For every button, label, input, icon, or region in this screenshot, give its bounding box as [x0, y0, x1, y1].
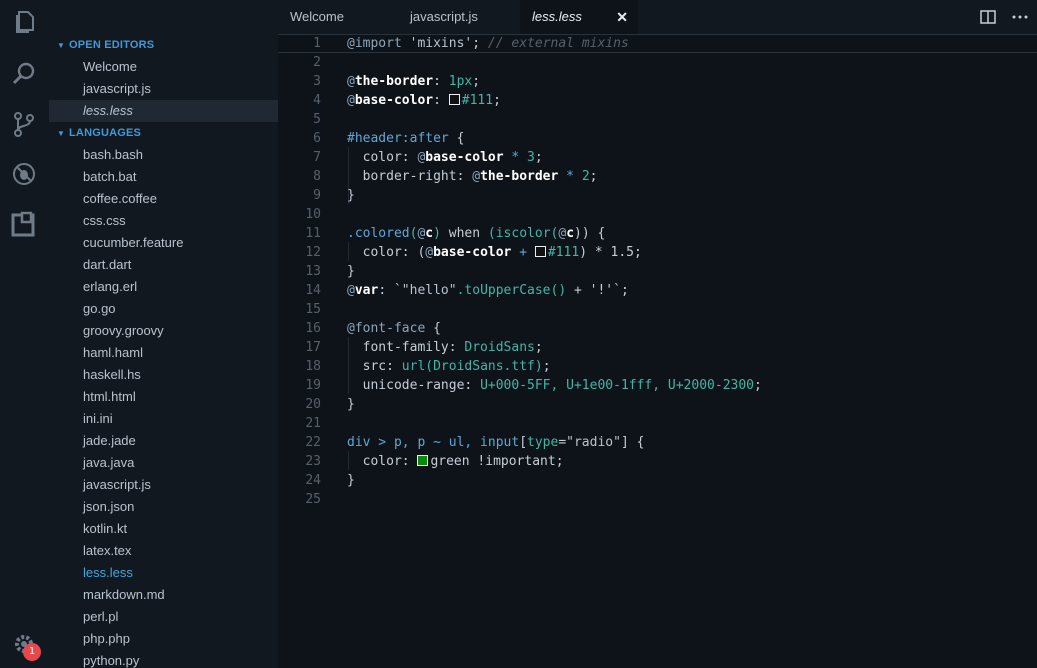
file-item[interactable]: perl.pl	[49, 606, 278, 628]
file-item[interactable]: groovy.groovy	[49, 320, 278, 342]
file-item[interactable]: less.less	[49, 562, 278, 584]
open-editors-header[interactable]: ▼ OPEN EDITORS	[49, 34, 278, 56]
file-item[interactable]: markdown.md	[49, 584, 278, 606]
code-line: @font-face {	[347, 321, 441, 336]
code-line: @import 'mixins'; // external mixins	[278, 34, 1037, 53]
search-icon[interactable]	[10, 60, 38, 88]
line-number: 15	[278, 300, 328, 319]
extensions-icon[interactable]	[10, 210, 38, 238]
file-item[interactable]: json.json	[49, 496, 278, 518]
notification-badge: 1	[23, 643, 41, 661]
file-item[interactable]: erlang.erl	[49, 276, 278, 298]
file-list: bash.bash batch.bat coffee.coffee css.css cu…	[49, 144, 278, 668]
file-item[interactable]: latex.tex	[49, 540, 278, 562]
file-item[interactable]: haskell.hs	[49, 364, 278, 386]
color-swatch[interactable]	[448, 94, 460, 105]
code-line: div > p, p ~ ul, input[type="radio"] {	[347, 435, 645, 450]
split-editor-icon[interactable]	[979, 8, 997, 26]
explorer-sidebar: ▼ OPEN EDITORS Welcome javascript.js less…	[49, 0, 278, 668]
line-number-label: 25	[305, 492, 321, 507]
tab-javascript[interactable]: javascript.js	[398, 0, 518, 34]
tab-welcome[interactable]: Welcome	[278, 0, 388, 34]
line-number-label: 21	[305, 416, 321, 431]
code-line: .colored(@c) when (iscolor(@c)) {	[347, 226, 606, 241]
code-line: unicode-range: U+000-5FF, U+1e00-1fff, U…	[362, 378, 762, 393]
file-item[interactable]: php.php	[49, 628, 278, 650]
file-item[interactable]: dart.dart	[49, 254, 278, 276]
code-line: }	[347, 264, 355, 279]
line-number: 25	[278, 490, 328, 509]
line-number: 21	[278, 414, 328, 433]
tab-less[interactable]: less.less ✕	[520, 0, 638, 34]
editor-tabs: Welcome javascript.js less.less ✕	[278, 0, 1037, 34]
code-line: }	[347, 188, 355, 203]
code-editor[interactable]: 1 2 3 4 5 6 7 8 9 10 11 12 13 14 15 16 17 18 19 20 21 22 23 24 2…	[278, 34, 1037, 668]
file-item[interactable]: bash.bash	[49, 144, 278, 166]
file-item[interactable]: coffee.coffee	[49, 188, 278, 210]
file-item[interactable]: kotlin.kt	[49, 518, 278, 540]
line-number-label: 15	[305, 302, 321, 317]
code-line: @the-border: 1px;	[347, 74, 481, 89]
source-control-icon[interactable]	[10, 110, 38, 138]
file-item[interactable]: ini.ini	[49, 408, 278, 430]
file-item[interactable]: javascript.js	[49, 474, 278, 496]
file-item[interactable]: java.java	[49, 452, 278, 474]
code-line: @base-color: #111;	[347, 93, 501, 108]
line-number: 2	[278, 53, 328, 72]
file-item[interactable]: cucumber.feature	[49, 232, 278, 254]
code-line: color: green !important;	[362, 454, 564, 469]
file-item[interactable]: python.py	[49, 650, 278, 668]
code-line: src: url(DroidSans.ttf);	[362, 359, 551, 374]
more-actions-icon[interactable]	[1011, 8, 1029, 26]
file-item[interactable]: jade.jade	[49, 430, 278, 452]
file-item[interactable]: css.css	[49, 210, 278, 232]
line-number: 10	[278, 205, 328, 224]
file-item[interactable]: batch.bat	[49, 166, 278, 188]
code-line: }	[347, 473, 355, 488]
open-editor-item[interactable]: less.less	[49, 100, 278, 122]
code-line: color: (@base-color + #111) * 1.5;	[362, 245, 642, 260]
line-number-label: 5	[313, 112, 321, 127]
open-editor-item[interactable]: javascript.js	[49, 78, 278, 100]
color-swatch[interactable]	[417, 455, 429, 466]
code-line: @var: `"hello".toUpperCase() + '!'`;	[347, 283, 629, 298]
languages-header[interactable]: ▼ LANGUAGES	[49, 122, 278, 144]
close-icon[interactable]: ✕	[616, 0, 628, 34]
code-line: font-family: DroidSans;	[362, 340, 543, 355]
explorer-icon[interactable]	[10, 8, 38, 36]
file-item[interactable]: go.go	[49, 298, 278, 320]
code-line: #header:after {	[347, 131, 465, 146]
debug-icon[interactable]	[10, 160, 38, 188]
file-item[interactable]: html.html	[49, 386, 278, 408]
color-swatch[interactable]	[534, 246, 546, 257]
line-number-label: 2	[313, 55, 321, 70]
line-number-label: 10	[305, 207, 321, 222]
code-line: border-right: @the-border * 2;	[362, 169, 598, 184]
code-line: color: @base-color * 3;	[362, 150, 543, 165]
chevron-down-icon: ▼	[57, 41, 66, 50]
chevron-down-icon: ▼	[57, 129, 66, 138]
open-editor-item[interactable]: Welcome	[49, 56, 278, 78]
line-number: 5	[278, 110, 328, 129]
file-item[interactable]: haml.haml	[49, 342, 278, 364]
activity-bar: 1	[0, 0, 49, 668]
code-line: }	[347, 397, 355, 412]
